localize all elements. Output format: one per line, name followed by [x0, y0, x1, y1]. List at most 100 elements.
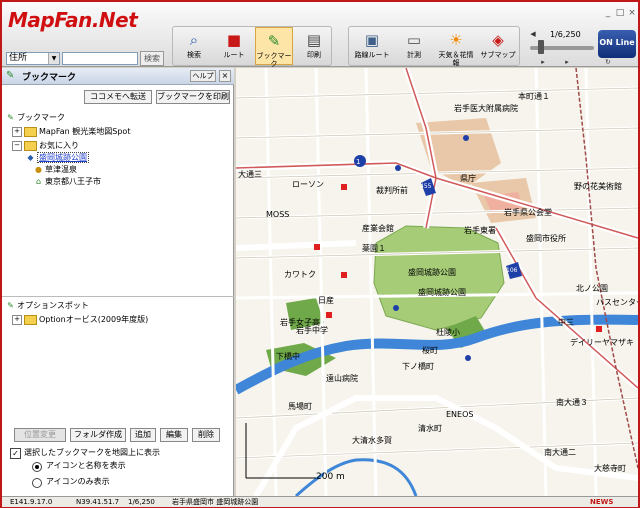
tree-root[interactable]: ✎ ブックマーク [6, 112, 65, 124]
map-label: 盛岡市役所 [526, 234, 566, 243]
map-label: 遠山病院 [326, 374, 358, 383]
folder-icon [24, 140, 37, 151]
ruler-icon: ▭ [406, 31, 422, 49]
mapfan-logo[interactable]: MapFan.Net [6, 6, 156, 36]
print-tool-button[interactable]: ▤ 印刷 [295, 27, 333, 65]
option-folder-orbis[interactable]: + Optionオービス(2009年度版) [12, 314, 148, 326]
status-address: 岩手県盛岡市 盛岡城跡公園 [172, 498, 259, 506]
online-button[interactable]: ON Line [598, 30, 636, 58]
zoom-in-icon[interactable]: ◀ [528, 30, 538, 38]
map-label: ENEOS [446, 410, 474, 419]
top-toolbar: MapFan.Net 住所 ▼ 検索 ⌕ 検索 ■ ルート ✎ ブックマーク ▤… [2, 2, 638, 68]
submap-icon: ◈ [492, 31, 504, 49]
option-spot-icon: ✎ [7, 301, 14, 310]
map-label: 県庁 [460, 174, 476, 183]
map-label: 南大通３ [556, 398, 588, 407]
print-bookmark-button[interactable]: ブックマークを印刷 [156, 90, 230, 104]
tree-item-kusatsu[interactable]: ● 草津温泉 [34, 164, 77, 176]
measure-button[interactable]: ▭ 計測 [395, 27, 433, 65]
bookmark-panel: ✎ ブックマーク ヘルプ × ココメモへ転送 ブックマークを印刷 ✎ ブックマーク… [2, 68, 234, 496]
zoom-slider-knob[interactable] [538, 40, 544, 54]
maximize-icon[interactable]: □ [614, 8, 626, 18]
main-tool-group: ⌕ 検索 ■ ルート ✎ ブックマーク ▤ 印刷 [172, 26, 333, 68]
zoom-step-icon[interactable]: ▸ [538, 58, 548, 66]
map-label: 岩手県公会堂 [504, 208, 552, 217]
map-label: 盛岡城跡公園 [418, 288, 466, 297]
folder-icon [24, 314, 37, 325]
map-label: 清水町 [418, 424, 442, 433]
map-label: デイリーヤマザキ [570, 338, 634, 347]
map-label: 岩手中学 [296, 326, 328, 335]
bookmark-icon: ✎ [267, 32, 281, 50]
panel-title: ブックマーク [22, 73, 77, 83]
route-tool-button[interactable]: ■ ルート [215, 27, 253, 65]
search-tool-button[interactable]: ⌕ 検索 [175, 27, 213, 65]
coordinate-n: N39.41.51.7 [76, 498, 120, 506]
radio-icon-and-name-label: アイコンと名称を表示 [46, 461, 126, 470]
chevron-down-icon[interactable]: ▼ [48, 53, 59, 64]
map-label: 産業会館 [362, 224, 394, 233]
printer-icon: ▤ [306, 31, 322, 49]
show-on-map-checkbox[interactable]: ✓ [10, 448, 21, 459]
radio-icon-only-label: アイコンのみ表示 [46, 477, 110, 486]
map-label: カワトク [284, 270, 316, 279]
map-label: 大通三 [238, 170, 262, 179]
expand-icon[interactable]: + [12, 314, 22, 325]
status-bar: E141.9.17.0 N39.41.51.7 1/6,250 岩手県盛岡市 盛… [2, 496, 638, 507]
folder-icon [24, 126, 37, 137]
map-label: 本町通１ [518, 92, 550, 101]
help-button[interactable]: ヘルプ [190, 70, 216, 82]
weather-icon: ☀ [449, 31, 463, 49]
train-route-icon: ▣ [364, 31, 380, 49]
tree-item-morioka-park[interactable]: ◆ 盛岡城跡公園 [26, 152, 89, 164]
transfer-button[interactable]: ココメモへ転送 [84, 90, 152, 104]
news-indicator[interactable]: NEWS [590, 497, 613, 507]
park-area [373, 225, 505, 331]
scale-readout: 1/6,250 [550, 30, 581, 39]
move-position-button[interactable]: 位置変更 [14, 428, 66, 442]
option-root[interactable]: ✎ オプションスポット [6, 300, 89, 312]
map-label: 大清水多賀 [352, 436, 392, 445]
close-icon[interactable]: × [626, 8, 638, 18]
tree-folder-favorites[interactable]: − お気に入り [12, 140, 79, 152]
search-type-select[interactable]: 住所 ▼ [6, 52, 60, 65]
divider [2, 296, 234, 297]
map-label: 薬園１ [362, 244, 386, 253]
collapse-icon[interactable]: − [12, 140, 22, 151]
refresh-icon[interactable]: ↻ [605, 58, 611, 66]
submap-button[interactable]: ◈ サブマップ [479, 27, 517, 65]
bookmark-pin-icon: ◆ [27, 153, 34, 162]
radio-icon-and-name[interactable] [32, 462, 42, 472]
train-route-button[interactable]: ▣ 路線ルート [353, 27, 391, 65]
show-on-map-label: 選択したブックマークを地図上に表示 [24, 448, 160, 457]
map-label: 中三 [558, 318, 574, 327]
radio-icon-only[interactable] [32, 478, 42, 488]
map-label: 下ノ橋町 [402, 362, 434, 371]
map-label: 裁判所前 [376, 186, 408, 195]
bookmark-pin-icon: ● [35, 165, 42, 174]
map-label: 野の花美術館 [574, 182, 622, 191]
map-label: 下橋中 [276, 352, 300, 361]
create-folder-button[interactable]: フォルダ作成 [70, 428, 126, 442]
search-input[interactable] [62, 52, 138, 65]
zoom-step-icon[interactable]: ▸ [562, 58, 572, 66]
bookmark-icon: ✎ [7, 113, 14, 122]
tree-item-hachioji[interactable]: ⌂ 東京都八王子市 [34, 176, 101, 188]
search-button[interactable]: 検索 [140, 51, 164, 66]
status-scale: 1/6,250 [128, 498, 155, 506]
close-icon[interactable]: × [219, 70, 231, 82]
add-button[interactable]: 追加 [130, 428, 156, 442]
weather-button[interactable]: ☀ 天気＆花情報 [437, 27, 475, 67]
bookmark-tool-button[interactable]: ✎ ブックマーク [255, 27, 293, 68]
map-label: ローソン [292, 180, 324, 189]
minimize-icon[interactable]: _ [602, 8, 614, 18]
map-view[interactable]: 岩手医大附属病院 本町通１ 大通三 ローソン 裁判所前 県庁 野の花美術館 MO… [236, 68, 638, 496]
tree-folder-spot[interactable]: + MapFan 観光楽地図Spot [12, 126, 130, 138]
map-label: 杜陵小 [436, 328, 460, 337]
bookmark-icon: ✎ [6, 70, 15, 81]
route-number: 1 [356, 158, 361, 166]
edit-button[interactable]: 編集 [160, 428, 188, 442]
expand-icon[interactable]: + [12, 126, 22, 137]
delete-button[interactable]: 削除 [192, 428, 220, 442]
map-label: 桜町 [422, 346, 438, 355]
